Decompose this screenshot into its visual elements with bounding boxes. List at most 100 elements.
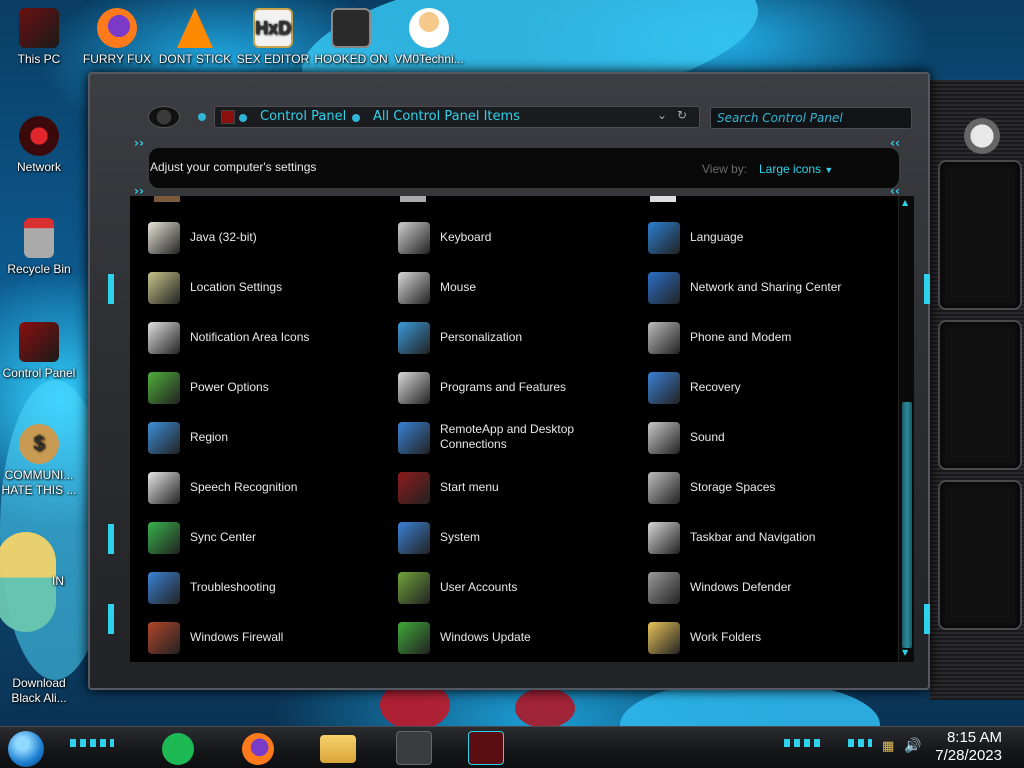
file-explorer-icon[interactable] (320, 735, 356, 763)
active-window-taskbar-icon[interactable] (468, 731, 504, 765)
frame-accent (924, 604, 930, 634)
control-panel-item-label: Java (32-bit) (190, 230, 257, 244)
control-panel-item[interactable]: Sound (648, 418, 888, 458)
desktop-icon-furry-fux[interactable]: FURRY FUX (78, 8, 156, 67)
notification-icon (148, 322, 180, 354)
desktop-icon-sex-editor[interactable]: HxD SEX EDITOR (234, 8, 312, 67)
control-panel-item-label: Sync Center (190, 530, 257, 544)
frame-accent (108, 604, 114, 634)
desktop-icon-control-panel[interactable]: Control Panel (0, 322, 78, 381)
partial-icon (154, 196, 180, 202)
control-panel-item-label: Work Folders (690, 630, 762, 644)
control-panel-item[interactable]: Windows Update (398, 618, 638, 658)
control-panel-item[interactable]: System (398, 518, 638, 558)
item-label-line: RemoteApp and Desktop (440, 422, 575, 436)
control-panel-item-label: Speech Recognition (190, 480, 298, 494)
clock-time: 8:15 AM (946, 729, 1002, 746)
control-panel-item[interactable]: Taskbar and Navigation (648, 518, 888, 558)
control-panel-icon (19, 322, 59, 362)
game-icon (331, 8, 371, 48)
taskbar-accent (70, 739, 114, 747)
taskbar-accent (848, 739, 872, 747)
desktop-icon-recycle-bin[interactable]: Recycle Bin (0, 218, 78, 277)
control-panel-taskbar-icon[interactable] (396, 731, 432, 765)
control-panel-item[interactable]: Location Settings (148, 268, 388, 308)
partial-icon (400, 196, 426, 202)
scroll-down-icon[interactable]: ▼ (902, 648, 908, 657)
breadcrumb-separator-icon (352, 114, 360, 122)
chevron-down-icon: ▼ (824, 165, 834, 175)
firefox-icon (97, 8, 137, 48)
scroll-up-icon[interactable]: ▲ (902, 198, 908, 207)
control-panel-item-label: Windows Update (440, 630, 531, 644)
back-button[interactable] (148, 106, 180, 128)
control-panel-item[interactable]: Network and Sharing Center (648, 268, 888, 308)
control-panel-item[interactable]: Windows Defender (648, 568, 888, 608)
control-panel-item[interactable]: Notification Area Icons (148, 318, 388, 358)
taskbar-icon (648, 522, 680, 554)
control-panel-item[interactable]: User Accounts (398, 568, 638, 608)
control-panel-item[interactable]: Keyboard (398, 218, 638, 258)
firefox-icon[interactable] (242, 733, 274, 765)
desktop-icon-dont-stick[interactable]: DONT STICK (156, 8, 234, 67)
programs-icon (398, 372, 430, 404)
spotify-icon[interactable] (162, 733, 194, 765)
desktop-icon-network[interactable]: Network (0, 116, 78, 175)
desktop-icon-vm0[interactable]: VM0Techni... (390, 8, 468, 67)
control-panel-item[interactable]: Speech Recognition (148, 468, 388, 508)
gadget-panel (930, 80, 1024, 700)
battery-icon (148, 372, 180, 404)
breadcrumb-all-items[interactable]: All Control Panel Items (373, 109, 520, 124)
network-tray-icon[interactable]: ▦ (882, 739, 894, 754)
desktop-icon-label: DONT STICK (158, 52, 232, 66)
volume-icon[interactable]: 🔊 (904, 738, 921, 754)
address-bar[interactable]: Control Panel All Control Panel Items ⌄ … (214, 106, 700, 128)
control-panel-item[interactable]: Language (648, 218, 888, 258)
frame-accent (108, 274, 114, 304)
users-icon (398, 572, 430, 604)
control-panel-item[interactable]: Sync Center (148, 518, 388, 558)
nav-dot-icon (198, 113, 206, 121)
control-panel-item[interactable]: Personalization (398, 318, 638, 358)
control-panel-item-label: System (440, 530, 481, 544)
desktop-icon-label: VM0Techni... (394, 52, 464, 66)
scrollbar-thumb[interactable] (902, 402, 912, 648)
control-panel-item[interactable]: Work Folders (648, 618, 888, 658)
system-icon (398, 522, 430, 554)
control-panel-item-label: Phone and Modem (690, 330, 792, 344)
control-panel-item[interactable]: Power Options (148, 368, 388, 408)
breadcrumb-separator-icon (239, 114, 247, 122)
desktop-icon-download[interactable]: Download Black Ali... (0, 676, 78, 706)
system-clock[interactable]: 8:15 AM 7/28/2023 (935, 729, 1002, 765)
desktop-icon-hooked-on[interactable]: HOOKED ON (312, 8, 390, 67)
control-panel-item[interactable]: Windows Firewall (148, 618, 388, 658)
control-panel-item[interactable]: Java (32-bit) (148, 218, 388, 258)
desktop-icon-this-pc[interactable]: This PC (0, 8, 78, 67)
control-panel-item[interactable]: Recovery (648, 368, 888, 408)
control-panel-item[interactable]: RemoteApp and Desktop Connections (398, 418, 638, 458)
refresh-icon[interactable]: ↻ (677, 108, 687, 122)
vertical-scrollbar[interactable]: ▲ ▼ (898, 196, 914, 662)
control-panel-item[interactable]: Phone and Modem (648, 318, 888, 358)
start-button[interactable] (8, 731, 44, 767)
wallpaper-red-shape-2 (515, 688, 575, 728)
breadcrumb-control-panel[interactable]: Control Panel (260, 109, 346, 124)
desktop-icon-communi[interactable]: $ COMMUNI... HATE THIS ... (0, 424, 78, 498)
control-panel-item-label: Troubleshooting (190, 580, 276, 594)
control-panel-item-label: Windows Defender (690, 580, 792, 594)
search-input[interactable]: Search Control Panel (710, 107, 912, 129)
control-panel-item[interactable]: Region (148, 418, 388, 458)
recycle-bin-icon (24, 218, 54, 258)
cartoon-icon (0, 532, 56, 632)
control-panel-item[interactable]: Start menu (398, 468, 638, 508)
control-panel-item[interactable]: Mouse (398, 268, 638, 308)
control-panel-small-icon (221, 110, 235, 124)
mouse-icon (398, 272, 430, 304)
view-by-dropdown[interactable]: Large icons ▼ (759, 162, 833, 176)
control-panel-item[interactable]: Programs and Features (398, 368, 638, 408)
control-panel-item-label: Taskbar and Navigation (690, 530, 816, 544)
chevron-down-icon[interactable]: ⌄ (657, 108, 667, 122)
view-by-label: View by: (702, 162, 748, 176)
control-panel-item[interactable]: Troubleshooting (148, 568, 388, 608)
control-panel-item[interactable]: Storage Spaces (648, 468, 888, 508)
